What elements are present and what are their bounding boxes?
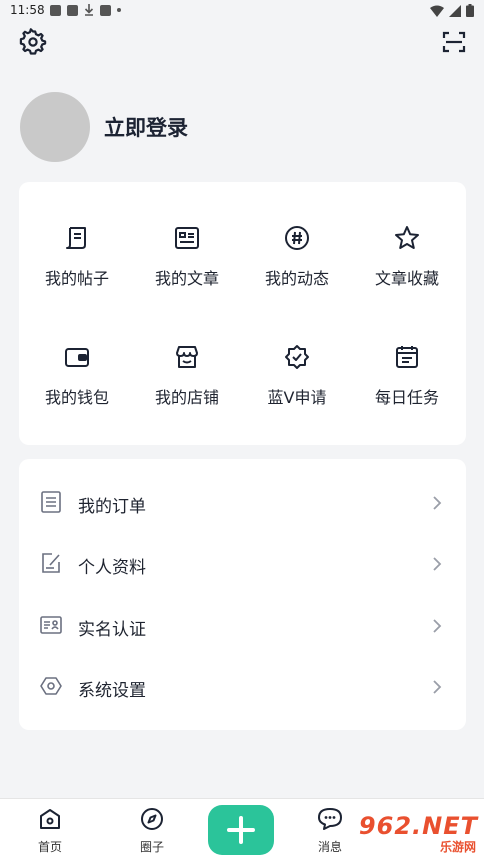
grid-item-label: 我的钱包 [44,388,109,407]
list-item-label: 实名认证 [78,620,146,640]
feature-grid-card: 我的帖子 我的文章 我的动态 文章收藏 我的钱包 我的店铺 蓝V申请 每日任务 [19,182,466,445]
grid-item-label: 文章收藏 [374,269,439,288]
more-notifications-icon [117,8,121,12]
system-status-icons [430,4,474,17]
chevron-right-icon [433,680,442,694]
list-item-my-orders[interactable]: 我的订单 [19,479,466,527]
shop-icon [176,346,198,368]
star-icon [395,226,419,249]
scan-icon[interactable] [440,28,468,56]
notification-icon [67,4,78,16]
notification-icon [100,4,111,16]
grid-item-label: 我的动态 [264,269,329,288]
edit-document-icon [42,553,60,573]
grid-item-my-posts[interactable]: 我的帖子 [22,225,132,289]
hexagon-settings-icon [40,677,62,695]
grid-item-blue-v[interactable]: 蓝V申请 [242,344,352,408]
grid-item-my-shop[interactable]: 我的店铺 [132,344,242,408]
list-item-profile[interactable]: 个人资料 [19,540,466,588]
login-button[interactable]: 立即登录 [104,112,188,142]
list-item-label: 系统设置 [78,681,146,701]
home-icon [40,809,60,829]
compass-icon [141,808,163,830]
wifi-icon [430,5,444,17]
wallet-icon [65,348,89,367]
grid-item-label: 我的文章 [154,269,219,288]
tab-home[interactable]: 首页 [20,807,80,855]
chevron-right-icon [433,496,442,510]
grid-item-label: 我的帖子 [44,269,109,288]
grid-item-daily-tasks[interactable]: 每日任务 [352,344,462,408]
avatar[interactable] [20,92,90,162]
watermark-subtitle: 乐游网 [439,840,476,854]
battery-icon [466,4,474,17]
calendar-task-icon [396,346,418,368]
publish-plus-button[interactable] [208,805,274,855]
chevron-right-icon [433,557,442,571]
plus-icon [227,816,255,844]
download-icon [84,4,94,16]
grid-item-label: 每日任务 [374,388,439,407]
article-icon [175,227,199,249]
tab-label: 首页 [37,840,62,854]
grid-item-wallet[interactable]: 我的钱包 [22,344,132,408]
tab-label: 圈子 [139,840,164,854]
status-bar: 11:58 [0,0,484,22]
grid-item-my-articles[interactable]: 我的文章 [132,225,242,289]
chevron-right-icon [433,619,442,633]
scroll-post-icon [66,227,86,249]
grid-item-my-moments[interactable]: 我的动态 [242,225,352,289]
verified-badge-icon [285,345,309,369]
tab-circle[interactable]: 圈子 [122,807,182,855]
message-bubble-icon [318,808,342,830]
order-list-icon [41,491,61,513]
id-card-icon [40,616,62,634]
signal-icon [449,4,461,17]
settings-list-card: 我的订单 个人资料 实名认证 系统设置 [19,459,466,730]
grid-item-label: 蓝V申请 [267,388,327,407]
watermark-logo: 962.NET [358,812,478,840]
notification-icons [50,4,121,16]
tab-messages[interactable]: 消息 [300,807,360,855]
list-item-label: 我的订单 [78,497,146,517]
hashtag-circle-icon [285,226,309,250]
list-item-system-settings[interactable]: 系统设置 [19,663,466,711]
tab-label: 消息 [317,840,342,854]
grid-item-label: 我的店铺 [154,388,219,407]
status-time: 11:58 [10,3,45,17]
list-item-label: 个人资料 [78,558,146,578]
settings-gear-icon[interactable] [19,28,47,56]
notification-icon [50,4,61,16]
list-item-real-name-auth[interactable]: 实名认证 [19,602,466,650]
grid-item-favorites[interactable]: 文章收藏 [352,225,462,289]
